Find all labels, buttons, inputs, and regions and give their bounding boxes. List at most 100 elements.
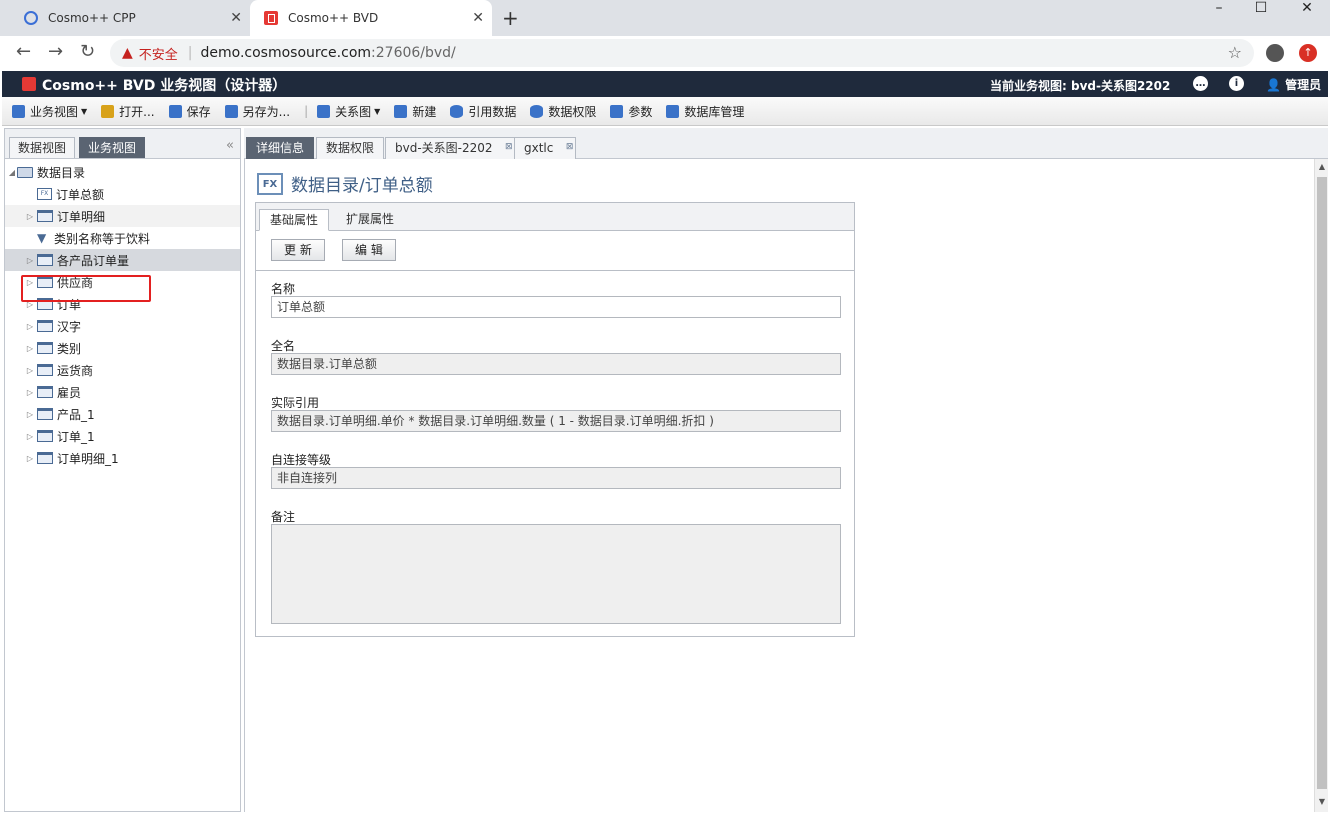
param-icon	[610, 104, 624, 118]
url-path: :27606/bvd/	[371, 45, 456, 61]
left-panel: 数据视图 业务视图 « ◢ 数据目录 FX 订单总额 ▷ 订单明细 ▼ 类别名称…	[4, 128, 241, 812]
security-label[interactable]: 不安全	[139, 44, 178, 63]
collapsed-toggle-icon[interactable]: ▷	[25, 322, 35, 331]
tab-gxtlc[interactable]: gxtlc ⊠	[514, 137, 577, 159]
vertical-scrollbar[interactable]: ▲ ▼	[1314, 159, 1328, 812]
collapsed-toggle-icon[interactable]: ▷	[25, 212, 35, 221]
dropdown-caret-icon: ▼	[374, 106, 381, 116]
forward-icon[interactable]: →	[48, 43, 63, 61]
tree-node-root[interactable]: ◢ 数据目录	[5, 161, 240, 183]
open-button[interactable]: 打开...	[101, 103, 155, 120]
app-title: Cosmo++ BVD 业务视图（设计器）	[42, 78, 287, 94]
parameters-button[interactable]: 参数	[610, 103, 652, 120]
tree-node[interactable]: ▷ 各产品订单量	[5, 249, 240, 271]
tab-basic-properties[interactable]: 基础属性	[259, 209, 330, 231]
tab-data-permission[interactable]: 数据权限	[316, 137, 385, 159]
remark-textarea[interactable]	[271, 524, 841, 624]
url-input[interactable]: ▲ 不安全 | demo.cosmosource.com:27606/bvd/ …	[110, 39, 1254, 67]
save-button[interactable]: 保存	[168, 103, 211, 120]
fullname-field[interactable]: 数据目录.订单总额	[271, 353, 841, 375]
table-icon	[37, 210, 53, 222]
reload-icon[interactable]: ↻	[80, 43, 95, 61]
browser-tab-cpp[interactable]: Cosmo++ CPP ✕	[0, 0, 250, 36]
minimize-button[interactable]: –	[1196, 0, 1242, 20]
account-icon[interactable]	[1266, 44, 1284, 62]
tree-node[interactable]: ▷ 订单明细_1	[5, 447, 240, 469]
table-icon	[37, 364, 53, 376]
close-tab-icon[interactable]: ✕	[230, 10, 242, 26]
tree-node[interactable]: ▷ 订单_1	[5, 425, 240, 447]
table-icon	[37, 452, 53, 464]
close-tab-icon[interactable]: ⊠	[566, 137, 574, 158]
scroll-thumb[interactable]	[1317, 177, 1327, 789]
tree-node[interactable]: ▷ 类别	[5, 337, 240, 359]
tree-node-label: 订单总额	[56, 187, 105, 202]
tab-extended-properties[interactable]: 扩展属性	[336, 209, 404, 231]
tree-node[interactable]: ▷ 雇员	[5, 381, 240, 403]
highlight-box	[21, 275, 151, 302]
tab-business-view[interactable]: 业务视图	[79, 137, 146, 158]
chat-icon[interactable]: …	[1193, 76, 1208, 91]
detail-content: FX 数据目录/订单总额 基础属性 扩展属性 更 新 编 辑 名称 订单总额 全…	[244, 159, 1314, 812]
user-menu[interactable]: 👤 管理员	[1266, 76, 1321, 93]
back-icon[interactable]: ←	[16, 43, 31, 61]
collapsed-toggle-icon[interactable]: ▷	[25, 256, 35, 265]
tree-node-label: 汉字	[57, 319, 82, 334]
table-icon	[37, 342, 53, 354]
close-window-button[interactable]: ✕	[1284, 0, 1330, 20]
tree-node[interactable]: ▷ 运货商	[5, 359, 240, 381]
property-tabs: 基础属性 扩展属性	[256, 203, 854, 231]
new-tab-button[interactable]: +	[502, 6, 519, 30]
bookmark-star-icon[interactable]: ☆	[1228, 43, 1242, 62]
reference-data-button[interactable]: 引用数据	[450, 103, 516, 120]
reference-field[interactable]: 数据目录.订单明细.单价 * 数据目录.订单明细.数量 ( 1 - 数据目录.订…	[271, 410, 841, 432]
folder-open-icon	[17, 166, 33, 178]
table-icon	[37, 254, 53, 266]
expanded-toggle-icon[interactable]: ◢	[7, 168, 17, 177]
toolbar-label: 关系图	[335, 104, 372, 119]
collapsed-toggle-icon[interactable]: ▷	[25, 410, 35, 419]
close-tab-icon[interactable]: ✕	[472, 10, 484, 26]
new-button[interactable]: 新建	[394, 103, 436, 120]
tab-relation-diagram[interactable]: bvd-关系图-2202 ⊠	[385, 137, 516, 159]
tab-data-view[interactable]: 数据视图	[9, 137, 76, 158]
tab-details[interactable]: 详细信息	[246, 137, 315, 159]
table-icon	[37, 386, 53, 398]
update-button[interactable]: 更 新	[271, 239, 325, 261]
info-icon[interactable]: i	[1229, 76, 1244, 91]
database-manage-button[interactable]: 数据库管理	[666, 103, 744, 120]
collapsed-toggle-icon[interactable]: ▷	[25, 344, 35, 353]
collapsed-toggle-icon[interactable]: ▷	[25, 432, 35, 441]
scroll-down-icon[interactable]: ▼	[1315, 797, 1329, 806]
browser-tab-title: Cosmo++ CPP	[48, 11, 136, 25]
name-field[interactable]: 订单总额	[271, 296, 841, 318]
toolbar-label: 另存为...	[242, 104, 291, 119]
tree-node[interactable]: ▷ 产品_1	[5, 403, 240, 425]
self-join-label: 自连接等级	[271, 453, 332, 467]
tree-node[interactable]: ▷ 汉字	[5, 315, 240, 337]
browser-tab-title: Cosmo++ BVD	[288, 11, 379, 25]
new-icon	[394, 104, 408, 118]
scroll-up-icon[interactable]: ▲	[1315, 162, 1329, 171]
toolbar-label: 数据权限	[548, 104, 597, 119]
relation-menu-button[interactable]: 关系图 ▼	[317, 103, 380, 120]
tree-node[interactable]: ▷ 订单明细	[5, 205, 240, 227]
data-permission-button[interactable]: 数据权限	[530, 103, 596, 120]
collapsed-toggle-icon[interactable]: ▷	[25, 388, 35, 397]
close-tab-icon[interactable]: ⊠	[505, 137, 513, 158]
collapsed-toggle-icon[interactable]: ▷	[25, 454, 35, 463]
collapse-panel-icon[interactable]: «	[226, 138, 234, 153]
open-icon	[101, 104, 115, 118]
self-join-field[interactable]: 非自连接列	[271, 467, 841, 489]
edit-button[interactable]: 编 辑	[342, 239, 396, 261]
tree-node[interactable]: ▼ 类别名称等于饮料	[5, 227, 240, 249]
tree-node[interactable]: FX 订单总额	[5, 183, 240, 205]
action-bar: 更 新 编 辑	[256, 231, 854, 271]
collapsed-toggle-icon[interactable]: ▷	[25, 366, 35, 375]
save-as-button[interactable]: 另存为...	[224, 103, 291, 120]
update-icon[interactable]: ↑	[1299, 44, 1317, 62]
tab-label: bvd-关系图-2202	[395, 141, 493, 155]
browser-tab-bvd[interactable]: Cosmo++ BVD ✕	[250, 0, 492, 36]
maximize-button[interactable]: ☐	[1238, 0, 1284, 20]
business-view-menu-button[interactable]: 业务视图 ▼	[12, 103, 87, 120]
